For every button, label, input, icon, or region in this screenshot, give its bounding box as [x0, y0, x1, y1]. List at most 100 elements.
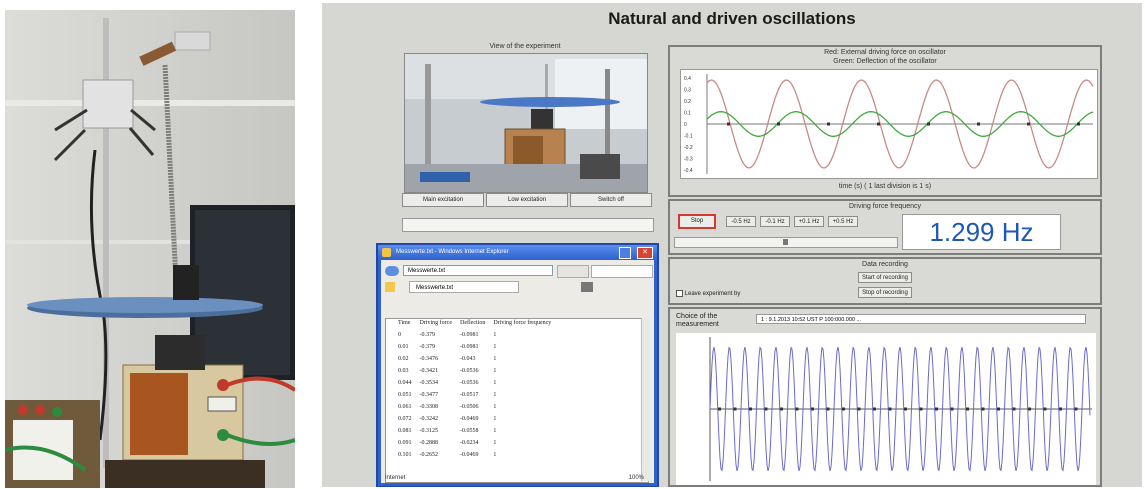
y-tick-label: 0.3: [684, 88, 691, 94]
switch-off-button[interactable]: Switch off: [570, 193, 652, 207]
col-deflection: Deflection: [460, 320, 486, 326]
frequency-slider[interactable]: [674, 237, 898, 248]
y-tick-label: -0.4: [684, 168, 693, 174]
axis-marker: [904, 407, 907, 411]
freq-minus-05-button[interactable]: -0.5 Hz: [726, 216, 756, 227]
table-cell: 0: [398, 332, 401, 338]
axis-marker: [749, 407, 752, 411]
axis-marker: [927, 122, 930, 126]
axis-marker: [1059, 407, 1062, 411]
home-icon[interactable]: [581, 282, 593, 292]
refresh-icon[interactable]: [557, 265, 589, 278]
table-cell: -0.3125: [419, 428, 439, 434]
table-row: 0.061 -0.3308 -0.0506 1: [394, 403, 555, 415]
measurement-select[interactable]: 1 : 9.1.2013 10:52 UST P 100:000.000 ...: [756, 314, 1086, 324]
ie-titlebar[interactable]: Messwerte.txt - Windows Internet Explore…: [378, 245, 657, 260]
oscillation-svg: 0.4 0.3 0.2 0.1 0 -0.1 -0.2 -0.3 -0.4: [684, 74, 1094, 174]
table-cell: -0.3242: [419, 416, 439, 422]
table-scrollbar[interactable]: [641, 318, 650, 481]
tab-messwerte[interactable]: Messwerte.txt: [409, 281, 519, 293]
ie-zoom[interactable]: 100%: [629, 475, 644, 481]
axis-marker: [1043, 407, 1047, 411]
table-cell: -0.2888: [419, 440, 439, 446]
table-cell: 0.01: [398, 344, 409, 350]
checkbox-icon[interactable]: [676, 290, 683, 297]
axis-marker: [733, 407, 737, 411]
col-driving-force: Driving force: [419, 320, 453, 326]
status-field: [402, 218, 654, 232]
axis-marker: [1027, 122, 1030, 126]
axis-marker: [826, 407, 830, 411]
table-row: 0.01 -0.379 -0.0981 1: [394, 343, 555, 355]
col-frequency: Driving force frequency: [493, 320, 552, 326]
table-cell: 0.091: [398, 440, 412, 446]
table-cell: 1: [493, 392, 497, 398]
address-bar[interactable]: Messwerte.txt: [403, 265, 553, 276]
axis-marker: [1028, 407, 1031, 411]
table-row: 0.091 -0.2888 -0.0234 1: [394, 439, 555, 451]
favorites-star-icon[interactable]: [385, 282, 395, 292]
maximize-icon[interactable]: [619, 247, 631, 259]
axis-marker: [795, 407, 799, 411]
table-cell: -0.0506: [460, 404, 479, 410]
experiment-photo: [5, 10, 295, 488]
y-tick-label: 0: [684, 122, 687, 128]
measurement-plot: [676, 333, 1096, 485]
freq-minus-01-button[interactable]: -0.1 Hz: [760, 216, 790, 227]
table-cell: 1: [493, 356, 497, 362]
table-cell: -0.3421: [419, 368, 439, 374]
axis-marker: [966, 407, 969, 411]
webcam-image: [405, 54, 647, 192]
table-row: 0.101 -0.2652 -0.0469 1: [394, 451, 555, 463]
axis-marker: [888, 407, 892, 411]
stop-button[interactable]: Stop: [678, 214, 716, 229]
oscillation-plot: 0.4 0.3 0.2 0.1 0 -0.1 -0.2 -0.3 -0.4: [680, 69, 1098, 179]
table-row: 0 -0.379 -0.0981 1: [394, 331, 555, 343]
table-cell: -0.3534: [419, 380, 439, 386]
axis-marker: [777, 122, 780, 126]
table-cell: 0.081: [398, 428, 412, 434]
stop-recording-button[interactable]: Stop of recording: [858, 287, 912, 298]
table-cell: -0.3308: [419, 404, 439, 410]
axis-marker: [873, 407, 876, 411]
table-cell: 1: [493, 428, 497, 434]
start-recording-button[interactable]: Start of recording: [858, 272, 912, 283]
freq-plus-05-button[interactable]: +0.5 Hz: [828, 216, 858, 227]
table-cell: -0.0469: [460, 452, 479, 458]
measurement-svg: [709, 337, 1092, 481]
leave-experiment-label: Leave experiment by: [684, 291, 741, 298]
table-cell: 0.061: [398, 404, 412, 410]
table-cell: -0.043: [460, 356, 476, 362]
frequency-display: 1.299 Hz: [902, 214, 1061, 250]
table-cell: -0.0536: [460, 380, 479, 386]
close-icon[interactable]: ✕: [637, 247, 653, 259]
freq-plus-01-button[interactable]: +0.1 Hz: [794, 216, 824, 227]
leave-experiment-checkbox[interactable]: Leave experiment by: [676, 290, 796, 299]
experiment-ui-window: Natural and driven oscillations View of …: [322, 3, 1142, 487]
axis-marker: [919, 407, 923, 411]
slider-thumb[interactable]: [783, 239, 788, 245]
axis-marker: [950, 407, 954, 411]
table-cell: 1: [493, 404, 497, 410]
ie-status: Internet: [385, 475, 406, 481]
table-cell: -0.0981: [460, 332, 479, 338]
search-input[interactable]: [591, 265, 653, 278]
back-icon[interactable]: [385, 266, 399, 276]
axis-marker: [780, 407, 783, 411]
table-cell: 1: [493, 452, 497, 458]
axis-marker: [1074, 407, 1078, 411]
table-cell: 0.072: [398, 416, 412, 422]
webcam-caption: View of the experiment: [489, 43, 561, 50]
axis-marker: [935, 407, 938, 411]
low-excitation-button[interactable]: Low excitation: [486, 193, 568, 207]
table-cell: 0.02: [398, 356, 409, 362]
table-row: 0.081 -0.3125 -0.0558 1: [394, 427, 555, 439]
table-cell: 1: [493, 368, 497, 374]
table-row: 0.02 -0.3476 -0.043 1: [394, 355, 555, 367]
main-excitation-button[interactable]: Main excitation: [402, 193, 484, 207]
ie-data-window[interactable]: Messwerte.txt - Windows Internet Explore…: [376, 243, 659, 487]
ie-body: Messwerte.txt Messwerte.txt Time Driving…: [381, 260, 654, 483]
axis-marker: [1012, 407, 1016, 411]
axis-marker: [811, 407, 814, 411]
table-cell: -0.3477: [419, 392, 439, 398]
